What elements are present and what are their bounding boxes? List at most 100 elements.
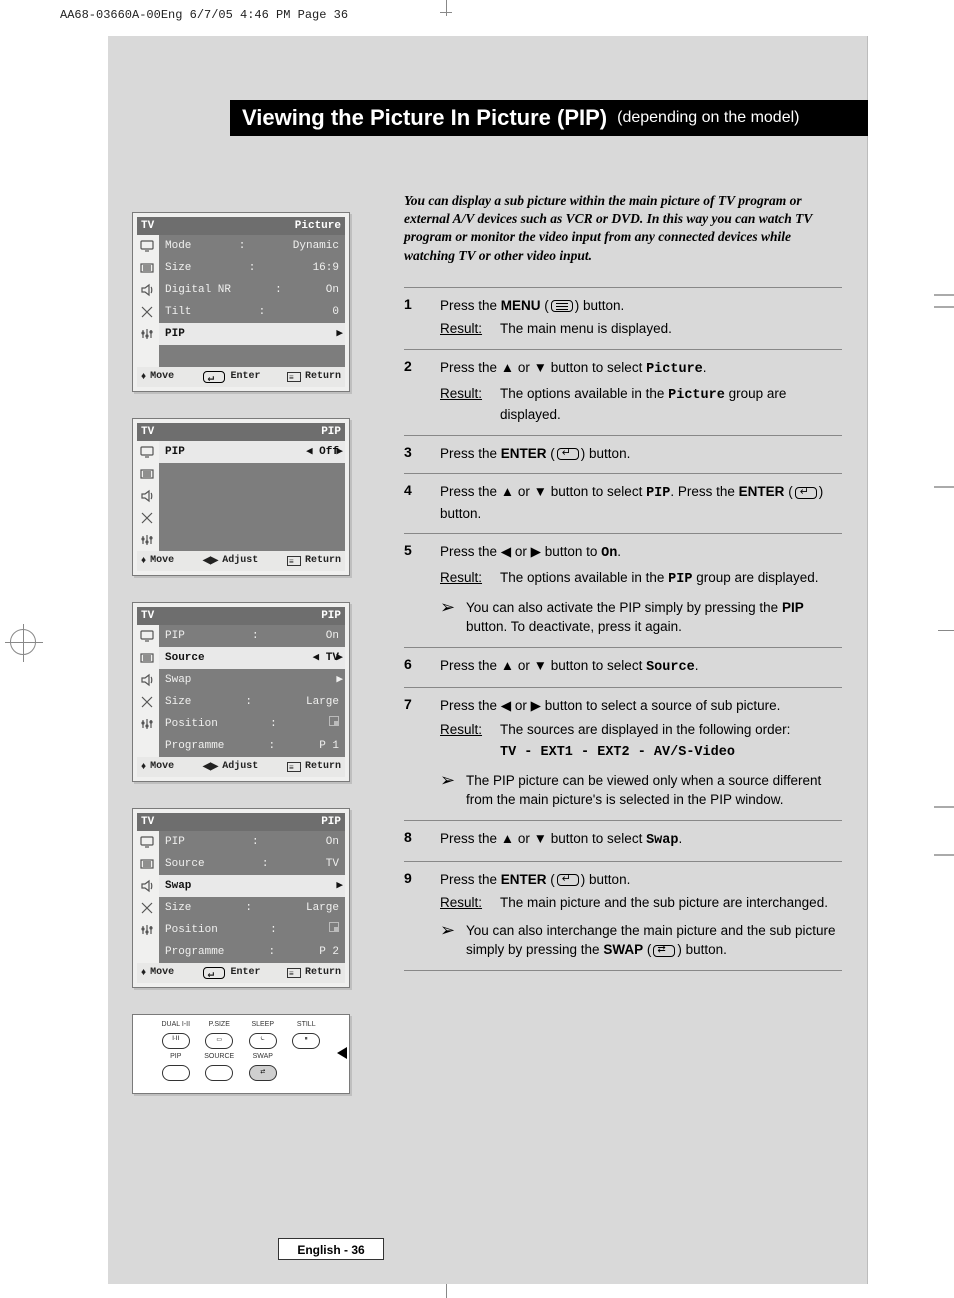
remote-label: STILL — [288, 1021, 326, 1029]
osd-row: Programme:P 1 — [159, 735, 345, 757]
edge-tick — [934, 854, 954, 856]
return-icon — [287, 372, 301, 382]
remote-label — [288, 1053, 326, 1061]
edge-tick — [934, 486, 954, 488]
step-4: 4 Press the ▲ or ▼ button to select PIP.… — [404, 473, 842, 533]
remote-dual-button[interactable]: I·II — [162, 1033, 190, 1049]
position-icon — [329, 922, 339, 932]
setup-icon — [137, 713, 157, 735]
page-title: Viewing the Picture In Picture (PIP) — [242, 105, 607, 131]
step-7: 7 Press the ◀ or ▶ button to select a so… — [404, 687, 842, 820]
remote-pip-button[interactable] — [162, 1065, 190, 1081]
remote-label: SWAP — [244, 1053, 282, 1061]
channel-icon — [137, 897, 157, 919]
osd-icon-column — [137, 235, 159, 367]
menu-icon — [137, 647, 157, 669]
osd-row-empty — [159, 507, 345, 529]
osd-title-left: TV — [141, 813, 154, 831]
osd-row: PIP:On — [159, 831, 345, 853]
crop-mark-top — [440, 0, 452, 18]
return-icon — [287, 968, 301, 978]
step-2: 2 Press the ▲ or ▼ button to select Pict… — [404, 349, 842, 435]
channel-icon — [137, 301, 157, 323]
note-arrow-icon: ➢ — [440, 598, 466, 637]
osd-row: Size:Large — [159, 691, 345, 713]
enter-icon — [795, 487, 817, 499]
page-area: Viewing the Picture In Picture (PIP) (de… — [108, 36, 868, 1284]
return-icon — [287, 762, 301, 772]
enter-icon — [203, 967, 225, 979]
osd-row-selected: Swap▶ — [159, 875, 345, 897]
remote-still-button[interactable]: ⏸ — [292, 1033, 320, 1049]
step-number: 7 — [404, 696, 440, 810]
menu-icon — [137, 853, 157, 875]
step-1: 1 Press the MENU () button. Result:The m… — [404, 287, 842, 349]
step-3: 3 Press the ENTER () button. — [404, 435, 842, 474]
picture-icon — [137, 625, 157, 647]
channel-icon — [137, 507, 157, 529]
remote-label: PIP — [157, 1053, 195, 1061]
instructions-column: You can display a sub picture within the… — [404, 192, 842, 971]
osd-row-empty — [159, 485, 345, 507]
osd-row: Swap▶ — [159, 669, 345, 691]
osd-row: Position: — [159, 919, 345, 941]
note-arrow-icon: ➢ — [440, 921, 466, 960]
edge-tick — [934, 306, 954, 308]
osd-column: TV Picture Mode:Dynamic Size:16:9 Digita… — [132, 212, 372, 1114]
remote-source-button[interactable] — [205, 1065, 233, 1081]
print-header: AA68-03660A-00Eng 6/7/05 4:46 PM Page 36 — [60, 8, 348, 22]
crop-mark-left — [10, 629, 36, 655]
osd-row-selected: Source◀ TV▶ — [159, 647, 345, 669]
step-number: 4 — [404, 482, 440, 523]
return-icon — [287, 556, 301, 566]
step-number: 1 — [404, 296, 440, 339]
edge-tick — [934, 294, 954, 296]
remote-sleep-button[interactable]: ⏾ — [249, 1033, 277, 1049]
osd-title-left: TV — [141, 217, 154, 235]
intro-paragraph: You can display a sub picture within the… — [404, 192, 842, 265]
step-6: 6 Press the ▲ or ▼ button to select Sour… — [404, 647, 842, 688]
osd-row: Source:TV — [159, 853, 345, 875]
setup-icon — [137, 323, 157, 345]
osd-title-right: PIP — [321, 607, 341, 625]
osd-row: Position: — [159, 713, 345, 735]
title-banner: Viewing the Picture In Picture (PIP) (de… — [230, 100, 868, 136]
picture-icon — [137, 831, 157, 853]
osd-title-right: Picture — [295, 217, 341, 235]
step-number: 2 — [404, 358, 440, 425]
step-number: 5 — [404, 542, 440, 636]
osd-footer: ♦Move Enter Return — [137, 367, 345, 387]
osd-footer: ♦Move Enter Return — [137, 963, 345, 983]
osd-pip-swap: TV PIP PIP:On Source:TV Swap▶ Size:Large… — [132, 808, 350, 988]
step-number: 6 — [404, 656, 440, 678]
step-5: 5 Press the ◀ or ▶ button to On. Result:… — [404, 533, 842, 646]
step-number: 3 — [404, 444, 440, 464]
menu-icon — [551, 300, 573, 312]
osd-row: PIP:On — [159, 625, 345, 647]
edge-tick — [934, 806, 954, 808]
osd-row: Programme:P 2 — [159, 941, 345, 963]
osd-row-empty — [159, 345, 345, 367]
osd-pip-off: TV PIP PIP◀ Off▶ — [132, 418, 350, 576]
remote-label: DUAL I-II — [157, 1021, 195, 1029]
step-number: 9 — [404, 870, 440, 960]
osd-icon-column — [137, 625, 159, 757]
swap-icon — [653, 945, 675, 957]
enter-icon — [203, 371, 225, 383]
osd-row: Size:16:9 — [159, 257, 345, 279]
osd-title-right: PIP — [321, 423, 341, 441]
remote-swap-button[interactable]: ⇄ — [249, 1065, 277, 1081]
osd-picture-menu: TV Picture Mode:Dynamic Size:16:9 Digita… — [132, 212, 350, 392]
step-8: 8 Press the ▲ or ▼ button to select Swap… — [404, 820, 842, 861]
remote-psize-button[interactable]: ▭ — [205, 1033, 233, 1049]
position-icon — [329, 716, 339, 726]
osd-row: Size:Large — [159, 897, 345, 919]
channel-icon — [137, 691, 157, 713]
picture-icon — [137, 441, 157, 463]
page-footer: English - 36 — [278, 1238, 384, 1260]
sound-icon — [137, 485, 157, 507]
menu-icon — [137, 463, 157, 485]
menu-icon — [137, 257, 157, 279]
osd-icon-column — [137, 831, 159, 963]
step-number: 8 — [404, 829, 440, 851]
